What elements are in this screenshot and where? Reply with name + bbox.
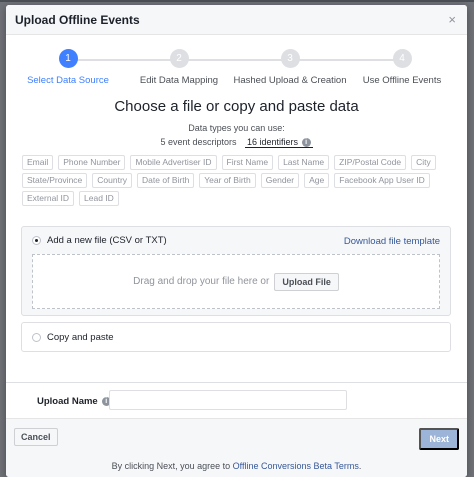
dialog-title: Upload Offline Events xyxy=(15,12,140,27)
identifier-tag: State/Province xyxy=(22,173,88,188)
info-icon[interactable]: i xyxy=(301,138,311,147)
terms-prefix: By clicking Next, you agree to xyxy=(111,461,231,471)
identifier-tag: ZIP/Postal Code xyxy=(334,155,407,170)
identifiers-tab[interactable]: 16 identifiers i xyxy=(245,137,313,148)
data-types-label: Data types you can use: xyxy=(188,123,285,133)
step-number: 1 xyxy=(58,49,78,68)
event-descriptors-count: 5 event descriptors xyxy=(160,137,237,147)
step-use-offline-events: 4 Use Offline Events xyxy=(337,49,467,86)
file-dropzone[interactable]: Drag and drop your file here or Upload F… xyxy=(32,254,440,309)
identifier-tag: Last Name xyxy=(278,155,330,170)
upload-name-label-row: Upload Name i xyxy=(37,396,111,407)
cancel-button[interactable]: Cancel xyxy=(14,428,58,446)
upload-offline-events-dialog: Upload Offline Events × 1 Select Data So… xyxy=(6,5,467,477)
stepper: 1 Select Data Source 2 Edit Data Mapping… xyxy=(6,35,467,95)
add-file-label: Add a new file (CSV or TXT) xyxy=(47,235,167,246)
identifier-tag: Age xyxy=(304,173,330,188)
data-types-row: 5 event descriptors 16 identifiers i xyxy=(6,137,467,148)
add-file-radio-row[interactable]: Add a new file (CSV or TXT) xyxy=(32,235,167,246)
terms-link[interactable]: Offline Conversions Beta Terms xyxy=(233,461,359,471)
download-template-link[interactable]: Download file template xyxy=(344,236,440,247)
step-number: 4 xyxy=(392,49,412,68)
close-icon[interactable]: × xyxy=(448,12,458,27)
identifier-tag: Country xyxy=(92,173,133,188)
step-label: Use Offline Events xyxy=(362,75,442,86)
next-button[interactable]: Next xyxy=(419,428,459,450)
upload-name-input[interactable] xyxy=(109,390,347,410)
backdrop-edge xyxy=(0,0,474,2)
identifier-tag: Phone Number xyxy=(58,155,126,170)
dialog-header: Upload Offline Events × xyxy=(6,5,467,35)
identifier-tag: Gender xyxy=(260,173,300,188)
copy-paste-option[interactable]: Copy and paste xyxy=(21,322,451,352)
step-number: 2 xyxy=(169,49,189,68)
identifier-tags: Email Phone Number Mobile Advertiser ID … xyxy=(22,155,452,206)
identifier-tag: External ID xyxy=(22,191,75,206)
upload-name-label: Upload Name xyxy=(37,396,98,407)
step-label: Hashed Upload & Creation xyxy=(233,75,347,86)
step-number: 3 xyxy=(280,49,300,68)
terms-suffix: . xyxy=(358,461,362,471)
identifier-tag: Year of Birth xyxy=(199,173,256,188)
identifiers-label: 16 identifiers xyxy=(247,137,299,147)
identifier-tag: Facebook App User ID xyxy=(334,173,430,188)
copy-paste-label: Copy and paste xyxy=(47,331,114,343)
divider xyxy=(6,382,467,383)
add-file-option: Add a new file (CSV or TXT) Download fil… xyxy=(21,226,451,316)
identifier-tag: Mobile Advertiser ID xyxy=(130,155,217,170)
identifier-tag: Email xyxy=(22,155,54,170)
terms-text: By clicking Next, you agree to Offline C… xyxy=(6,461,467,471)
drop-text: Drag and drop your file here or xyxy=(133,276,270,287)
main-title: Choose a file or copy and paste data xyxy=(114,98,359,115)
identifier-tag: First Name xyxy=(221,155,274,170)
add-file-radio[interactable] xyxy=(32,236,41,245)
upload-file-button[interactable]: Upload File xyxy=(274,272,339,291)
step-hashed-upload-creation: 3 Hashed Upload & Creation xyxy=(225,49,355,86)
dialog-footer: Cancel Next By clicking Next, you agree … xyxy=(6,418,467,477)
identifier-tag: Lead ID xyxy=(79,191,119,206)
identifier-tag: City xyxy=(411,155,436,170)
identifier-tag: Date of Birth xyxy=(137,173,195,188)
copy-paste-radio[interactable] xyxy=(32,332,41,342)
